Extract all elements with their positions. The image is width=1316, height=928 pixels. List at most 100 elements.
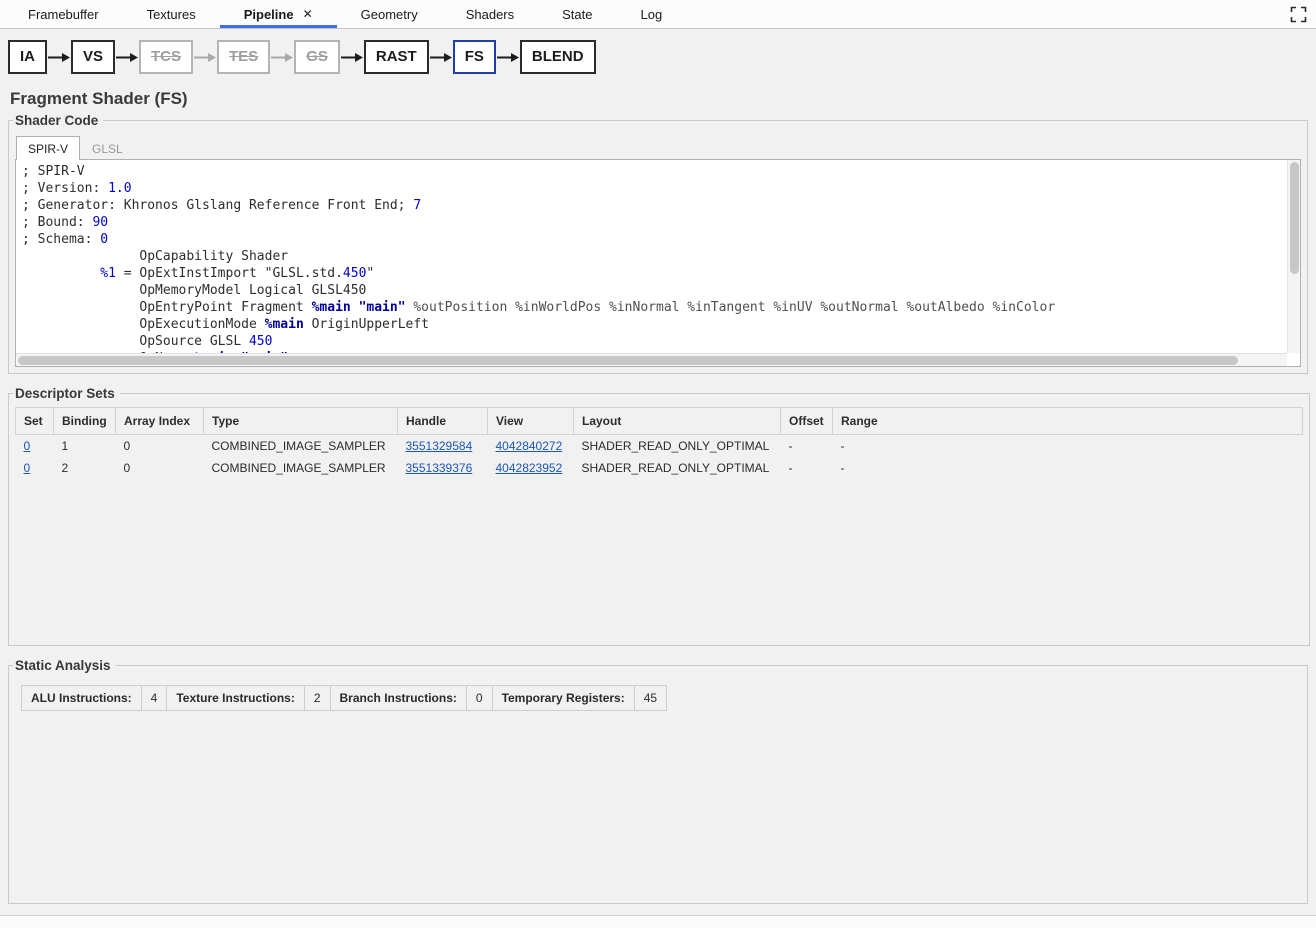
tab-label: Framebuffer bbox=[28, 7, 99, 22]
descriptor-link[interactable]: 0 bbox=[24, 461, 31, 475]
pipeline-stage-blend[interactable]: BLEND bbox=[520, 40, 596, 74]
shader-code-text: ; SPIR-V; Version: 1.0; Generator: Khron… bbox=[16, 160, 1300, 367]
column-header-range: Range bbox=[833, 408, 1303, 435]
tab-state[interactable]: State bbox=[538, 0, 616, 28]
tab-log[interactable]: Log bbox=[617, 0, 687, 28]
table-cell: COMBINED_IMAGE_SAMPLER bbox=[204, 457, 398, 479]
tab-close-icon[interactable]: ✕ bbox=[303, 8, 313, 20]
tab-glsl[interactable]: GLSL bbox=[80, 136, 135, 160]
tab-label: State bbox=[562, 7, 592, 22]
shader-code-view[interactable]: ; SPIR-V; Version: 1.0; Generator: Khron… bbox=[15, 159, 1301, 367]
flow-arrow-icon bbox=[271, 52, 293, 63]
pipeline-stage-ia[interactable]: IA bbox=[8, 40, 47, 74]
page-title: Fragment Shader (FS) bbox=[10, 89, 1316, 109]
table-row: 020COMBINED_IMAGE_SAMPLER355133937640428… bbox=[16, 457, 1303, 479]
descriptor-link[interactable]: 3551329584 bbox=[406, 439, 473, 453]
fullscreen-icon[interactable] bbox=[1290, 6, 1307, 23]
tab-spirv[interactable]: SPIR-V bbox=[16, 136, 80, 160]
tab-geometry[interactable]: Geometry bbox=[337, 0, 442, 28]
tab-framebuffer[interactable]: Framebuffer bbox=[4, 0, 123, 28]
tab-label: Textures bbox=[147, 7, 196, 22]
table-cell: 0 bbox=[116, 457, 204, 479]
table-row: 010COMBINED_IMAGE_SAMPLER355132958440428… bbox=[16, 435, 1303, 458]
table-cell: 3551339376 bbox=[398, 457, 488, 479]
pipeline-flow: IA VS TCS TES GS RAST FS BLEND bbox=[0, 29, 1316, 83]
code-vertical-scrollbar-thumb[interactable] bbox=[1290, 162, 1299, 274]
descriptor-link[interactable]: 0 bbox=[24, 439, 31, 453]
top-tab-bar: Framebuffer Textures Pipeline ✕ Geometry Shad… bbox=[0, 0, 1316, 29]
descriptor-sets-section-title: Descriptor Sets bbox=[13, 386, 120, 401]
table-cell: SHADER_READ_ONLY_OPTIMAL bbox=[574, 435, 781, 458]
column-header-binding: Binding bbox=[54, 408, 116, 435]
pipeline-stage-tes[interactable]: TES bbox=[217, 40, 270, 74]
table-cell: - bbox=[781, 435, 833, 458]
table-cell: 1 bbox=[54, 435, 116, 458]
table-cell: - bbox=[833, 457, 1303, 479]
tab-textures[interactable]: Textures bbox=[123, 0, 220, 28]
stat-label: Branch Instructions: bbox=[330, 685, 467, 711]
code-vertical-scrollbar bbox=[1287, 160, 1300, 353]
static-analysis-stats: ALU Instructions:4Texture Instructions:2… bbox=[21, 685, 1301, 711]
descriptor-link[interactable]: 4042823952 bbox=[496, 461, 563, 475]
tab-label: Shaders bbox=[466, 7, 514, 22]
code-horizontal-scrollbar-thumb[interactable] bbox=[18, 356, 1238, 365]
page-horizontal-scrollbar[interactable] bbox=[0, 915, 1316, 928]
flow-arrow-icon bbox=[430, 52, 452, 63]
table-cell: 0 bbox=[16, 435, 54, 458]
column-header-offset: Offset bbox=[781, 408, 833, 435]
code-line: ; Generator: Khronos Glslang Reference F… bbox=[22, 197, 1294, 214]
static-analysis-section-title: Static Analysis bbox=[13, 658, 116, 673]
table-cell: SHADER_READ_ONLY_OPTIMAL bbox=[574, 457, 781, 479]
code-horizontal-scrollbar bbox=[16, 353, 1287, 366]
code-line: ; SPIR-V bbox=[22, 163, 1294, 180]
code-line: ; Bound: 90 bbox=[22, 214, 1294, 231]
stat-label: ALU Instructions: bbox=[21, 685, 142, 711]
tab-label: Pipeline bbox=[244, 7, 294, 22]
static-analysis-content: ALU Instructions:4Texture Instructions:2… bbox=[15, 679, 1301, 897]
table-cell: COMBINED_IMAGE_SAMPLER bbox=[204, 435, 398, 458]
static-analysis-group: Static Analysis ALU Instructions:4Textur… bbox=[8, 658, 1308, 904]
shader-code-tabs: SPIR-V GLSL bbox=[16, 134, 1301, 160]
pipeline-stage-vs[interactable]: VS bbox=[71, 40, 115, 74]
pipeline-stage-gs[interactable]: GS bbox=[294, 40, 340, 74]
flow-arrow-icon bbox=[497, 52, 519, 63]
descriptor-header-row: SetBindingArray IndexTypeHandleViewLayou… bbox=[16, 408, 1303, 435]
stat-value: 0 bbox=[466, 685, 493, 711]
pipeline-stage-tcs[interactable]: TCS bbox=[139, 40, 193, 74]
column-header-layout: Layout bbox=[574, 408, 781, 435]
table-cell: 0 bbox=[16, 457, 54, 479]
tab-pipeline[interactable]: Pipeline ✕ bbox=[220, 0, 337, 28]
table-cell: - bbox=[781, 457, 833, 479]
descriptor-table-body: 010COMBINED_IMAGE_SAMPLER355132958440428… bbox=[16, 435, 1303, 480]
pipeline-stage-rast[interactable]: RAST bbox=[364, 40, 429, 74]
shader-code-group: Shader Code SPIR-V GLSL ; SPIR-V; Versio… bbox=[8, 113, 1308, 374]
tab-label: Log bbox=[641, 7, 663, 22]
tab-label: Geometry bbox=[361, 7, 418, 22]
table-cell: 4042823952 bbox=[488, 457, 574, 479]
table-cell: 3551329584 bbox=[398, 435, 488, 458]
tab-shaders[interactable]: Shaders bbox=[442, 0, 538, 28]
code-line: ; Schema: 0 bbox=[22, 231, 1294, 248]
table-cell: - bbox=[833, 435, 1303, 458]
tab-bar-tabs: Framebuffer Textures Pipeline ✕ Geometry Shad… bbox=[0, 0, 686, 28]
code-line: OpCapability Shader bbox=[22, 248, 1294, 265]
code-line: %1 = OpExtInstImport "GLSL.std.450" bbox=[22, 265, 1294, 282]
table-cell: 0 bbox=[116, 435, 204, 458]
stat-value: 45 bbox=[634, 685, 667, 711]
flow-arrow-icon bbox=[341, 52, 363, 63]
pipeline-stage-fs[interactable]: FS bbox=[453, 40, 496, 74]
descriptor-link[interactable]: 3551339376 bbox=[406, 461, 473, 475]
code-line: ; Version: 1.0 bbox=[22, 180, 1294, 197]
shader-code-section-title: Shader Code bbox=[13, 113, 103, 128]
column-header-set: Set bbox=[16, 408, 54, 435]
descriptor-link[interactable]: 4042840272 bbox=[496, 439, 563, 453]
code-line: OpSource GLSL 450 bbox=[22, 333, 1294, 350]
descriptor-sets-content: SetBindingArray IndexTypeHandleViewLayou… bbox=[15, 407, 1303, 639]
column-header-type: Type bbox=[204, 408, 398, 435]
column-header-array-index: Array Index bbox=[116, 408, 204, 435]
stat-value: 2 bbox=[304, 685, 331, 711]
flow-arrow-icon bbox=[48, 52, 70, 63]
flow-arrow-icon bbox=[194, 52, 216, 63]
column-header-handle: Handle bbox=[398, 408, 488, 435]
table-cell: 4042840272 bbox=[488, 435, 574, 458]
